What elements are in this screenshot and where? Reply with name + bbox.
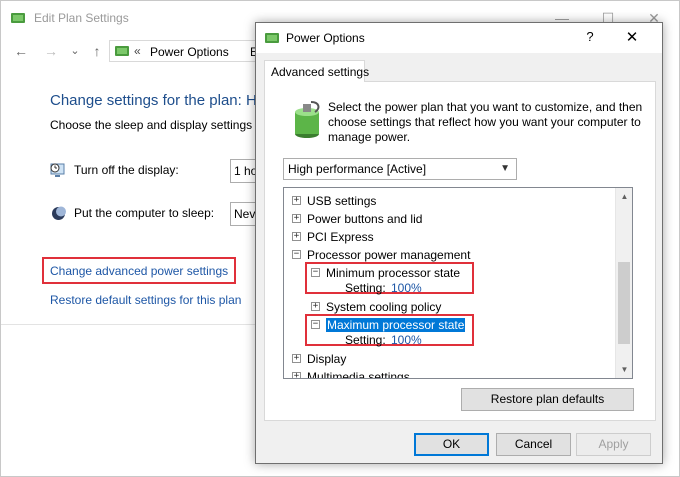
tab-advanced-settings[interactable]: Advanced settings xyxy=(264,60,369,82)
back-arrow-icon[interactable]: ← xyxy=(11,41,31,61)
collapse-icon[interactable]: − xyxy=(311,320,320,329)
breadcrumb-power-options[interactable]: Power Options xyxy=(150,45,229,59)
ok-button[interactable]: OK xyxy=(414,433,489,456)
control-panel-icon xyxy=(115,46,129,56)
power-plan-select-value: High performance [Active] xyxy=(288,162,427,176)
forward-arrow-icon[interactable]: → xyxy=(41,41,61,61)
scroll-thumb[interactable] xyxy=(618,262,630,344)
display-setting-label: Turn off the display: xyxy=(74,163,179,177)
restore-default-settings-link[interactable]: Restore default settings for this plan xyxy=(50,293,241,307)
expand-icon[interactable]: + xyxy=(292,372,301,378)
setting-label: Setting: xyxy=(345,281,386,295)
apply-button[interactable]: Apply xyxy=(576,433,651,456)
sleep-timeout-select[interactable]: Neve xyxy=(230,202,258,226)
power-options-icon xyxy=(265,33,279,43)
setting-label: Setting: xyxy=(345,333,386,347)
expand-icon[interactable]: + xyxy=(292,232,301,241)
restore-plan-defaults-button[interactable]: Restore plan defaults xyxy=(461,388,634,411)
dialog-title-bar: Power Options ? ✕ xyxy=(256,23,662,53)
sleep-setting-label: Put the computer to sleep: xyxy=(74,206,215,220)
expand-icon[interactable]: + xyxy=(292,196,301,205)
breadcrumb-chevron[interactable]: « xyxy=(134,44,141,58)
power-options-dialog: Power Options ? ✕ Advanced settings Sele… xyxy=(255,22,663,464)
monitor-clock-icon xyxy=(50,163,65,177)
help-button[interactable]: ? xyxy=(580,29,600,47)
power-plan-select[interactable]: High performance [Active] ▼ xyxy=(283,158,517,180)
tree-item-label: PCI Express xyxy=(307,230,374,244)
tree-item-label: USB settings xyxy=(307,194,377,208)
address-bar[interactable]: « Power Options E xyxy=(109,40,269,62)
tree-item-label: Display xyxy=(307,352,347,366)
scroll-down-icon[interactable]: ▼ xyxy=(616,361,632,378)
tree-item-label: System cooling policy xyxy=(326,300,442,314)
expand-icon[interactable]: + xyxy=(292,214,301,223)
tree-item-label: Minimum processor state xyxy=(326,266,461,280)
expand-icon[interactable]: + xyxy=(311,302,320,311)
battery-power-icon xyxy=(295,101,320,138)
up-arrow-icon[interactable]: ↑ xyxy=(87,41,107,61)
settings-tree[interactable]: + USB settings + Power buttons and lid +… xyxy=(283,187,633,379)
moon-icon xyxy=(52,206,66,220)
tree-item-label: Power buttons and lid xyxy=(307,212,423,226)
collapse-icon[interactable]: − xyxy=(311,268,320,277)
tree-scrollbar[interactable]: ▲ ▼ xyxy=(615,188,632,378)
tree-item-label-selected: Maximum processor state xyxy=(326,318,466,332)
dialog-close-button[interactable]: ✕ xyxy=(618,26,646,50)
max-state-value[interactable]: 100% xyxy=(391,333,422,347)
scroll-up-icon[interactable]: ▲ xyxy=(616,188,632,205)
chevron-down-icon: ▼ xyxy=(500,163,510,174)
min-state-value[interactable]: 100% xyxy=(391,281,422,295)
bg-divider xyxy=(1,324,257,325)
cancel-button[interactable]: Cancel xyxy=(496,433,571,456)
expand-icon[interactable]: + xyxy=(292,354,301,363)
panel-description: Select the power plan that you want to c… xyxy=(328,100,643,144)
dialog-title: Power Options xyxy=(286,31,365,45)
advanced-settings-panel: Select the power plan that you want to c… xyxy=(264,81,656,421)
power-options-icon xyxy=(11,13,25,23)
page-subtitle: Choose the sleep and display settings th xyxy=(50,118,266,132)
display-timeout-select[interactable]: 1 ho xyxy=(230,159,258,183)
change-advanced-settings-link[interactable]: Change advanced power settings xyxy=(50,264,228,278)
collapse-icon[interactable]: − xyxy=(292,250,301,259)
tree-item-label: Processor power management xyxy=(307,248,471,262)
bg-window-title: Edit Plan Settings xyxy=(34,11,129,25)
page-title: Change settings for the plan: H xyxy=(50,92,257,109)
tree-item-label: Multimedia settings xyxy=(307,370,410,379)
recent-locations-icon[interactable]: ⌄ xyxy=(65,41,85,61)
